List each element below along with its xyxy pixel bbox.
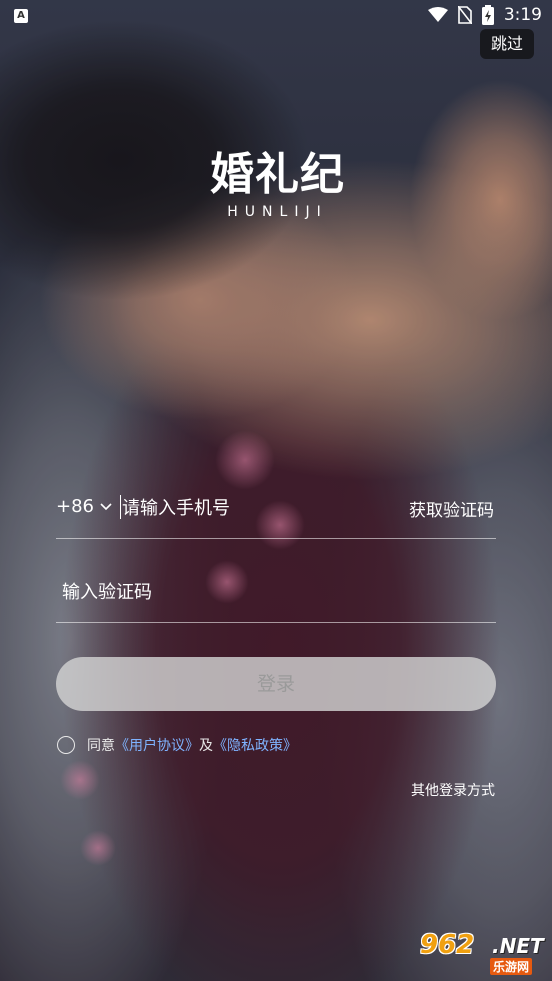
phone-number-row: +86 获取验证码 xyxy=(56,488,496,539)
watermark-number: 962 xyxy=(420,930,475,960)
user-agreement-link[interactable]: 《用户协议》 xyxy=(115,735,199,755)
app-notification-icon: A xyxy=(14,9,28,23)
verification-code-row xyxy=(56,572,496,623)
text-cursor xyxy=(120,495,121,519)
no-sim-icon xyxy=(457,6,472,24)
watermark-site: 乐游网 xyxy=(490,958,533,975)
agreement-joiner: 及 xyxy=(199,738,213,754)
chevron-down-icon xyxy=(100,502,112,511)
privacy-policy-link[interactable]: 《隐私政策》 xyxy=(213,735,297,755)
verification-code-input[interactable] xyxy=(62,576,462,608)
country-code-label: +86 xyxy=(56,496,94,517)
get-code-button[interactable]: 获取验证码 xyxy=(409,496,494,521)
logo-english-text: HUNLIJI xyxy=(227,204,328,220)
agreement-prefix: 同意 xyxy=(87,738,115,754)
status-time: 3:19 xyxy=(503,5,542,25)
logo-chinese-text: 婚礼纪 xyxy=(210,149,345,200)
site-watermark: 962 .NET 乐游网 xyxy=(412,928,548,976)
status-bar: A 3:19 xyxy=(0,0,552,32)
watermark-suffix: .NET xyxy=(492,934,544,958)
phone-input[interactable] xyxy=(122,492,382,524)
agreement-checkbox[interactable] xyxy=(57,736,75,754)
app-logo: 婚礼纪 HUNLIJI xyxy=(205,149,350,221)
other-login-methods-link[interactable]: 其他登录方式 xyxy=(411,780,495,800)
wifi-icon xyxy=(427,7,448,23)
login-button[interactable]: 登录 xyxy=(56,657,496,711)
agreement-row: 同意 《用户协议》 及 《隐私政策》 xyxy=(57,735,297,755)
country-code-selector[interactable]: +86 xyxy=(56,496,112,517)
skip-button[interactable]: 跳过 xyxy=(480,29,534,59)
battery-charging-icon xyxy=(481,5,494,25)
